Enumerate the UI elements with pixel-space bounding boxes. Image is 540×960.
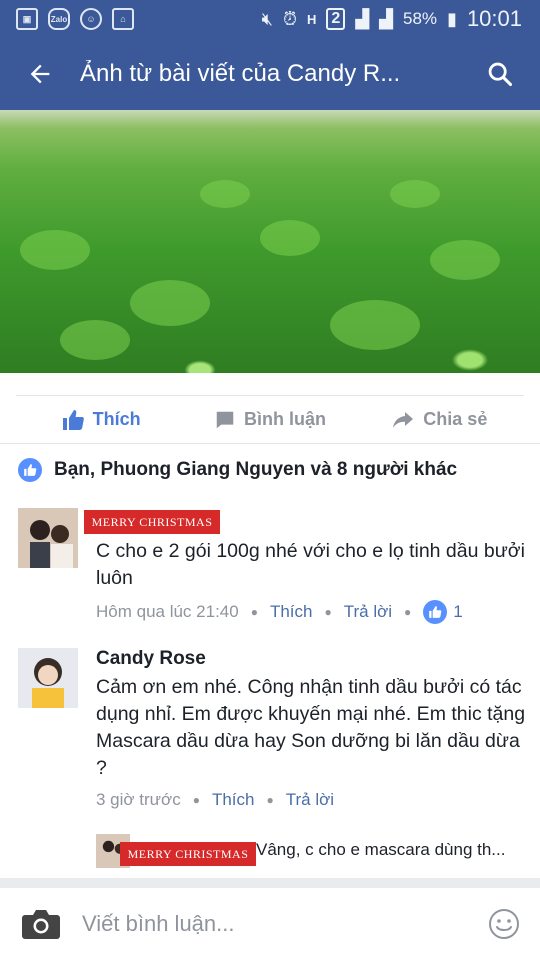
alarm-icon: ⏰︎ (282, 8, 298, 29)
sim-badge: 2 (326, 8, 346, 30)
photo-leaf (200, 180, 250, 208)
page-title: Ảnh từ bài viết của Candy R... (80, 60, 401, 87)
comment-reply-link[interactable]: Trả lời (344, 602, 392, 622)
avatar-notification-icon: ☺ (80, 8, 102, 30)
photo-leaf (430, 240, 500, 280)
share-label: Chia sẻ (423, 409, 488, 429)
like-reaction-icon (423, 600, 448, 624)
comment-button[interactable]: Bình luận (185, 409, 354, 431)
comment-composer (0, 888, 540, 960)
separator-dot: ● (192, 793, 200, 807)
mute-icon: 🔇︎ (261, 8, 273, 29)
reply-text: Vâng, c cho e mascara dùng th... (256, 840, 506, 859)
separator-dot: ● (324, 605, 332, 619)
briefcase-icon: ⌂ (112, 8, 134, 30)
reactions-summary[interactable]: Bạn, Phuong Giang Nguyen và 8 người khác (18, 458, 457, 482)
comment-input[interactable] (82, 911, 462, 937)
separator-dot: ● (404, 605, 412, 619)
photo-leaf (330, 300, 420, 350)
sticker-button[interactable] (488, 908, 520, 945)
comment-reply-link[interactable]: Trả lời (286, 790, 334, 810)
battery-percent: 58% (403, 9, 438, 28)
data-icon: H (307, 11, 317, 27)
separator-dot: ● (266, 793, 274, 807)
reactions-text: Bạn, Phuong Giang Nguyen và 8 người khác (54, 459, 458, 480)
post-photo[interactable] (0, 110, 540, 373)
comment-text: C cho e 2 gói 100g nhé với cho e lọ tinh… (96, 540, 525, 589)
divider (0, 878, 540, 888)
zalo-icon: Zalo (48, 8, 70, 30)
gallery-icon: ▣ (16, 8, 38, 30)
search-icon (488, 62, 513, 87)
avatar[interactable] (18, 508, 78, 568)
commenter-name[interactable]: Candy Rose (96, 648, 526, 674)
action-row: Thích Bình luận Chia sẻ (16, 395, 524, 443)
arrow-left-icon (30, 64, 50, 84)
camera-button[interactable] (0, 907, 82, 941)
divider (0, 443, 540, 444)
signal-icon-2: ▟ (379, 8, 393, 29)
separator-dot: ● (250, 605, 258, 619)
comment-item: MERRY CHRISTMAS C cho e 2 gói 100g nhé v… (18, 508, 528, 628)
comment-time: Hôm qua lúc 21:40 (96, 602, 239, 621)
like-reaction-icon (18, 458, 42, 482)
thumbs-up-icon (62, 409, 84, 430)
like-label: Thích (92, 409, 141, 429)
photo-leaf (20, 230, 90, 270)
smiley-icon (489, 909, 519, 939)
comment-like-count[interactable]: 1 (423, 600, 463, 624)
app-bar: Ảnh từ bài viết của Candy R... (0, 38, 540, 110)
avatar[interactable] (18, 648, 78, 708)
status-bar: ▣ Zalo ☺ ⌂ 🔇︎ ⏰︎ H 2 ▟ ▟ 58% ▮ 10:01 (0, 0, 540, 38)
comment-bubble-icon (216, 411, 234, 428)
search-button[interactable] (486, 60, 514, 93)
photo-leaf (60, 320, 130, 360)
clock: 10:01 (466, 6, 522, 31)
comment-like-link[interactable]: Thích (212, 790, 255, 810)
signal-icon: ▟ (355, 8, 370, 29)
reply-preview[interactable]: MERRY CHRISTMAS Vâng, c cho e mascara dù… (96, 832, 516, 872)
back-button[interactable] (0, 60, 80, 88)
share-arrow-icon (393, 411, 414, 428)
photo-leaf (390, 180, 440, 208)
christmas-badge: MERRY CHRISTMAS (84, 510, 220, 534)
photo-leaf (130, 280, 210, 326)
camera-icon (22, 910, 60, 939)
like-button[interactable]: Thích (16, 408, 185, 432)
comment-text: Cảm ơn em nhé. Công nhận tinh dầu bưởi c… (96, 676, 526, 779)
comment-label: Bình luận (243, 409, 326, 429)
comment-item: Candy Rose Cảm ơn em nhé. Công nhận tinh… (18, 648, 528, 818)
christmas-badge: MERRY CHRISTMAS (120, 842, 256, 866)
comment-like-link[interactable]: Thích (270, 602, 313, 622)
like-count: 1 (453, 602, 463, 621)
comment-time: 3 giờ trước (96, 790, 181, 809)
share-button[interactable]: Chia sẻ (355, 408, 524, 432)
photo-leaf (260, 220, 320, 256)
battery-icon: ▮ (447, 8, 457, 29)
